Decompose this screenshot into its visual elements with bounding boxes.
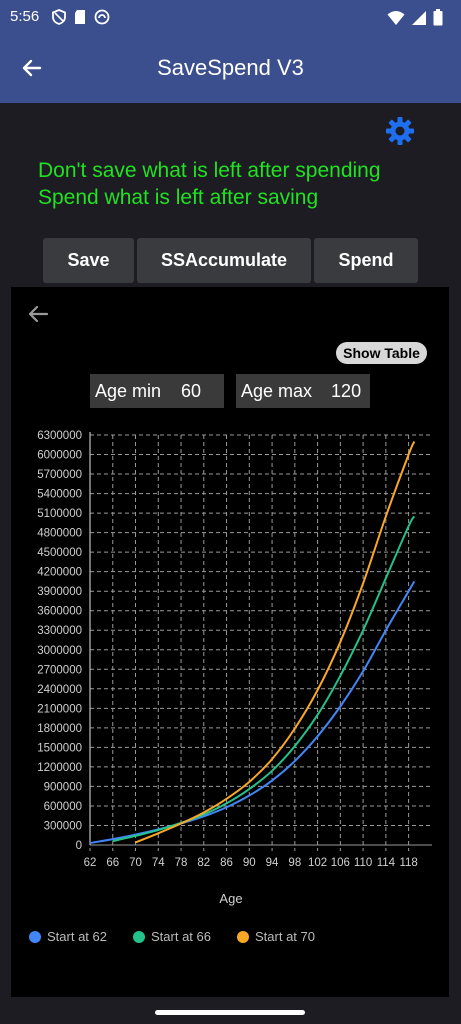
sync-circle-icon [94, 9, 110, 25]
x-tick-label: 66 [106, 857, 119, 869]
y-tick-label: 6000000 [37, 450, 82, 462]
x-tick-label: 114 [377, 857, 396, 869]
series-line-2 [135, 441, 416, 844]
spend-button[interactable]: Spend [314, 238, 418, 283]
x-tick-label: 94 [266, 857, 279, 869]
app-bar: SaveSpend V3 [0, 34, 461, 103]
show-table-button[interactable]: Show Table [336, 342, 427, 364]
age-max-value: 120 [331, 380, 362, 401]
status-time: 5:56 [10, 8, 40, 25]
app-title: SaveSpend V3 [157, 55, 304, 80]
legend-item-start-62: Start at 62 [29, 929, 107, 944]
y-tick-label: 3600000 [37, 606, 82, 618]
status-system-icons [387, 9, 443, 26]
y-tick-label: 1800000 [37, 723, 82, 735]
legend-swatch [29, 930, 41, 943]
x-tick-label: 62 [84, 857, 97, 869]
gear-icon[interactable] [385, 116, 415, 146]
series-line-0 [89, 580, 416, 845]
legend-swatch [133, 930, 145, 943]
x-tick-label: 78 [175, 857, 188, 869]
x-tick-label: 74 [152, 857, 165, 869]
y-tick-label: 3000000 [37, 645, 82, 657]
x-tick-label: 102 [308, 857, 327, 869]
y-tick-label: 6300000 [37, 430, 82, 442]
line-chart: 0 300000 600000 900000 1200000 1500000 1800000… [37, 430, 432, 906]
age-min-label: Age min [95, 380, 162, 401]
y-tick-label: 5100000 [37, 508, 82, 520]
age-min-value: 60 [181, 380, 202, 401]
y-tick-label: 2700000 [37, 664, 82, 676]
x-tick-label: 86 [220, 857, 233, 869]
age-max-label: Age max [241, 380, 313, 401]
y-tick-label: 900000 [44, 781, 82, 793]
age-min-field[interactable]: Age min 60 [90, 374, 224, 408]
shield-icon [52, 9, 66, 25]
legend-item-start-66: Start at 66 [133, 929, 211, 944]
y-tick-label: 2100000 [37, 703, 82, 715]
x-tick-label: 110 [354, 857, 372, 869]
legend-label: Start at 66 [151, 929, 211, 944]
y-tick-label: 4200000 [37, 567, 82, 579]
wifi-icon [387, 10, 405, 25]
y-tick-label: 2400000 [37, 684, 82, 696]
gesture-nav-bar[interactable] [155, 1010, 305, 1015]
y-tick-label: 5400000 [37, 489, 82, 501]
y-tick-label: 5700000 [37, 469, 82, 481]
status-notification-icons [52, 9, 110, 25]
ssaccumulate-button[interactable]: SSAccumulate [137, 238, 311, 283]
y-tick-label: 3300000 [37, 625, 82, 637]
x-tick-label: 90 [243, 857, 256, 869]
y-tick-label: 4500000 [37, 547, 82, 559]
x-tick-label: 106 [331, 857, 350, 869]
sd-card-icon [75, 10, 85, 24]
x-tick-label: 70 [129, 857, 142, 869]
x-tick-label: 118 [399, 857, 417, 869]
x-tick-label: 82 [197, 857, 210, 869]
signal-icon [412, 10, 426, 25]
y-tick-label: 1200000 [37, 762, 82, 774]
x-tick-label: 98 [288, 857, 301, 869]
x-axis-label: Age [219, 891, 242, 906]
panel-back-arrow-icon[interactable] [26, 302, 50, 326]
quote-line-2: Spend what is left after saving [38, 186, 319, 209]
y-tick-label: 3900000 [37, 586, 82, 598]
legend-swatch [237, 930, 249, 943]
battery-icon [433, 9, 443, 26]
quote-line-1: Don't save what is left after spending [38, 159, 381, 182]
legend-label: Start at 62 [47, 929, 107, 944]
y-tick-label: 0 [76, 840, 82, 852]
status-bar: 5:56 [0, 0, 461, 34]
y-tick-label: 300000 [44, 820, 82, 832]
y-tick-label: 600000 [44, 801, 82, 813]
y-tick-label: 1500000 [37, 742, 82, 754]
legend-item-start-70: Start at 70 [237, 929, 315, 944]
age-max-field[interactable]: Age max 120 [236, 374, 370, 408]
save-button[interactable]: Save [43, 238, 134, 283]
legend-label: Start at 70 [255, 929, 315, 944]
y-tick-label: 4800000 [37, 528, 82, 540]
